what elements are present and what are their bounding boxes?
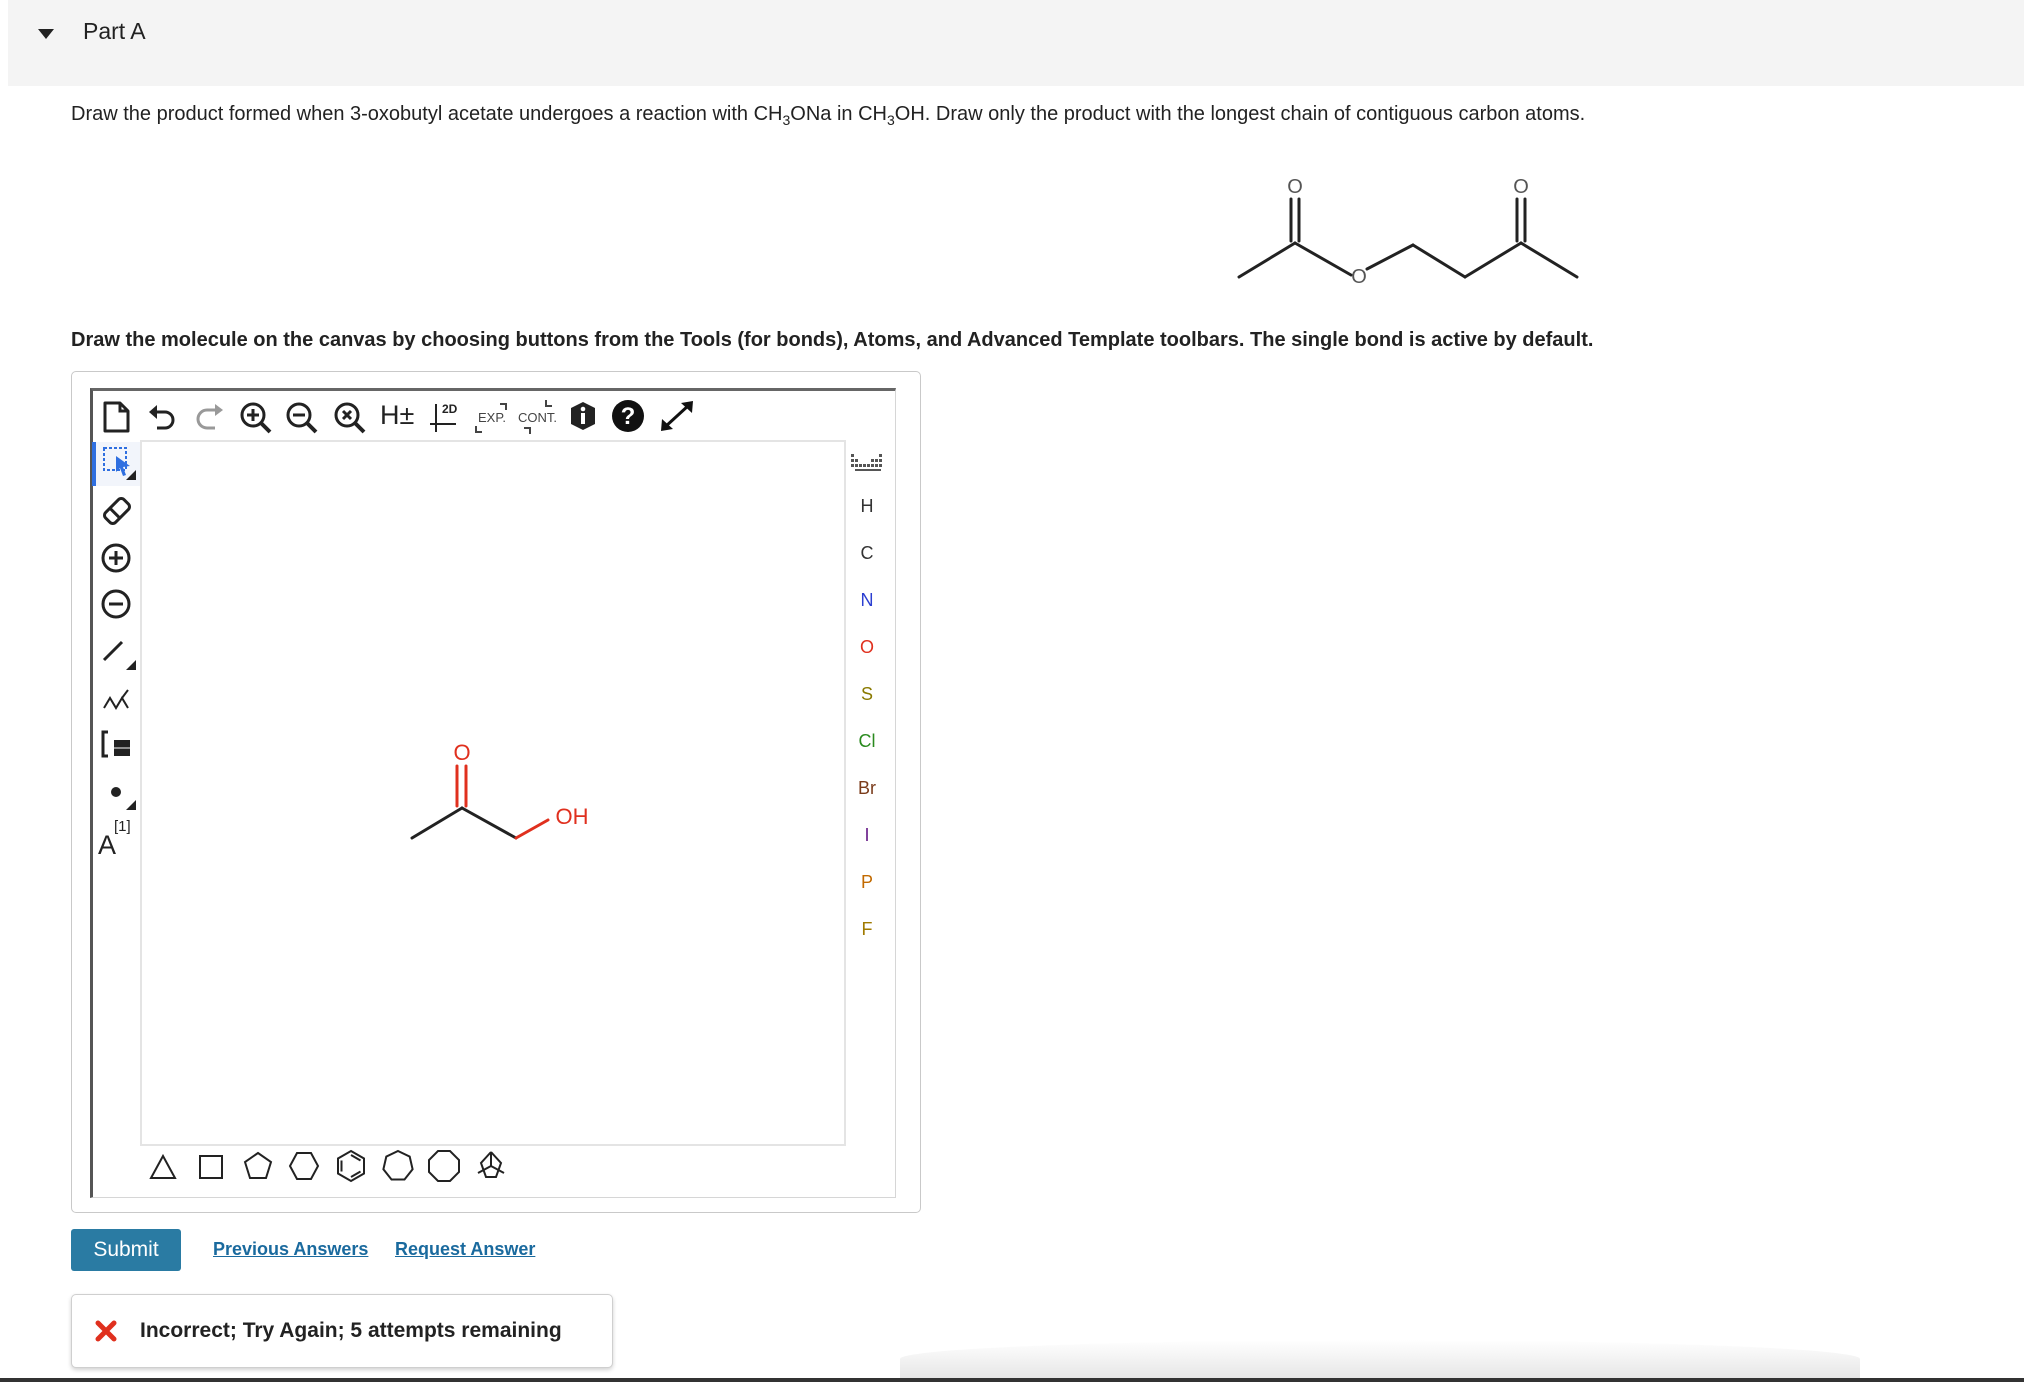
bottom-border	[0, 1378, 2024, 1382]
canvas-molecule-structure: O OH	[410, 740, 589, 840]
reference-molecule-structure: O O O	[1237, 176, 1579, 288]
eraser-icon[interactable]	[100, 494, 134, 528]
bottom-shadow	[900, 1340, 1860, 1378]
new-document-icon[interactable]	[100, 400, 132, 434]
error-x-icon	[95, 1320, 117, 1342]
single-bond-icon[interactable]	[100, 636, 138, 672]
positive-charge-icon[interactable]	[100, 542, 132, 574]
drawing-instructions: Draw the molecule on the canvas by choos…	[71, 329, 1594, 351]
clean-2d-label: 2D	[442, 402, 458, 416]
octagon-template-icon[interactable]	[427, 1149, 461, 1183]
request-answer-link[interactable]: Request Answer	[395, 1239, 535, 1260]
zoom-in-icon[interactable]	[238, 400, 274, 436]
chain-tool-icon[interactable]	[102, 686, 132, 712]
previous-answers-link[interactable]: Previous Answers	[213, 1239, 368, 1260]
svg-text:?: ?	[621, 403, 636, 430]
bicyclic-template-icon[interactable]	[474, 1149, 508, 1183]
canvas-carbonyl-oxygen-label: O	[453, 740, 470, 765]
benzene-template-icon[interactable]	[334, 1149, 368, 1183]
fullscreen-icon[interactable]	[659, 399, 695, 433]
question-text: Draw the product formed when 3-oxobutyl …	[71, 103, 1586, 128]
feedback-box: Incorrect; Try Again; 5 attempts remaini…	[71, 1294, 613, 1368]
info-icon[interactable]	[568, 400, 598, 432]
expand-bracket-icon	[475, 403, 507, 433]
triangle-template-icon[interactable]	[148, 1152, 178, 1182]
collapse-triangle-icon[interactable]	[36, 26, 56, 42]
atom-button-cl[interactable]: Cl	[850, 731, 884, 752]
square-template-icon[interactable]	[196, 1152, 226, 1182]
ketone-oxygen-label: O	[1513, 176, 1529, 198]
select-tool-button[interactable]	[92, 442, 142, 486]
contract-bracket-icon	[524, 400, 552, 434]
atom-button-s[interactable]: S	[850, 684, 884, 705]
ester-oxygen-bond-left	[1293, 241, 1353, 277]
canvas-hydroxyl-label: OH	[556, 804, 589, 829]
atom-label-index: [1]	[114, 818, 131, 835]
contract-button[interactable]: CONT.	[516, 400, 562, 436]
help-icon[interactable]: ?	[611, 399, 645, 433]
clean-2d-button[interactable]: 2D	[428, 400, 470, 434]
atom-button-p[interactable]: P	[850, 872, 884, 893]
zoom-reset-icon[interactable]	[332, 400, 368, 436]
radical-dot-icon[interactable]	[104, 778, 138, 812]
lasso-select-icon	[103, 447, 136, 480]
zoom-out-icon[interactable]	[284, 400, 320, 436]
undo-icon[interactable]	[147, 402, 179, 432]
hydrogen-toggle-button[interactable]: H±	[380, 400, 414, 431]
atom-button-o[interactable]: O	[850, 637, 884, 658]
atom-button-i[interactable]: I	[850, 825, 884, 846]
part-title: Part A	[83, 18, 146, 44]
feedback-message: Incorrect; Try Again; 5 attempts remaini…	[140, 1319, 562, 1342]
atom-label-tool[interactable]: A [1]	[98, 818, 142, 860]
hexagon-template-icon[interactable]	[288, 1150, 320, 1182]
periodic-table-icon[interactable]	[850, 452, 884, 474]
carbonyl-oxygen-label: O	[1287, 176, 1303, 198]
template-tool-icon[interactable]	[100, 728, 134, 760]
atom-button-h[interactable]: H	[850, 496, 884, 517]
part-header[interactable]: Part A	[8, 0, 2024, 86]
atom-button-f[interactable]: F	[850, 919, 884, 940]
atom-button-n[interactable]: N	[850, 590, 884, 611]
atom-button-br[interactable]: Br	[850, 778, 884, 799]
pentagon-template-icon[interactable]	[242, 1150, 274, 1182]
atom-button-c[interactable]: C	[850, 543, 884, 564]
negative-charge-icon[interactable]	[100, 588, 132, 620]
heptagon-template-icon[interactable]	[381, 1149, 415, 1183]
expand-button[interactable]: EXP.	[474, 400, 514, 436]
redo-icon[interactable]	[193, 402, 225, 432]
submit-button[interactable]: Submit	[71, 1229, 181, 1271]
ester-oxygen-label: O	[1351, 266, 1367, 288]
